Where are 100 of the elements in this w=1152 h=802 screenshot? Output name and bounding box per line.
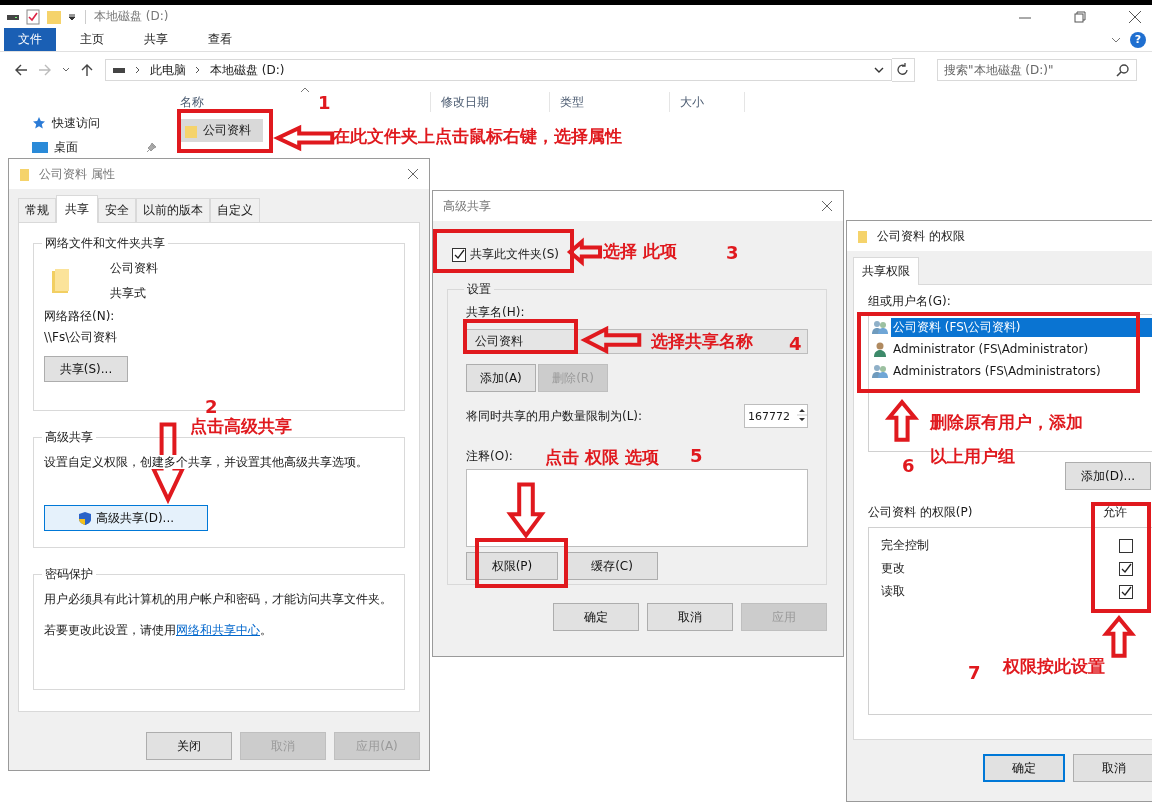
period-text: 。 — [260, 623, 272, 637]
network-path: \\Fs\公司资料 — [44, 329, 118, 346]
file-row[interactable]: 公司资料 — [179, 119, 263, 142]
annotation-text: 点击 权限 选项 — [545, 446, 659, 469]
breadcrumb-item[interactable]: 此电脑 — [150, 61, 186, 79]
tab[interactable]: 以前的版本 — [136, 198, 210, 222]
up-arrow-icon[interactable] — [79, 62, 95, 78]
annotation-text: 以上用户组 — [930, 445, 1015, 468]
permission-name: 更改 — [881, 560, 905, 577]
ribbon-tab[interactable]: 主页 — [64, 28, 120, 51]
checkbox[interactable] — [1119, 538, 1133, 553]
column-header[interactable]: 类型 — [550, 92, 670, 112]
tab[interactable]: 常规 — [18, 198, 56, 222]
annotation-text: 点击高级共享 — [190, 415, 292, 438]
nav-item[interactable]: 快速访问 — [52, 114, 100, 132]
ribbon-tab[interactable]: 文件 — [4, 28, 56, 51]
user-limit-spinner[interactable]: 167772 — [744, 404, 808, 428]
description-text: 用户必须具有此计算机的用户帐户和密码，才能访问共享文件夹。 — [44, 591, 392, 608]
column-header[interactable]: 修改日期 — [431, 92, 550, 112]
checkbox[interactable] — [452, 247, 466, 262]
annotation-text: 在此文件夹上点击鼠标右键，选择属性 — [333, 125, 622, 148]
column-header: 允许 — [1103, 504, 1127, 521]
checkbox-label[interactable]: 共享此文件夹(S) — [470, 246, 559, 263]
dialog-button[interactable]: 确定 — [553, 603, 639, 631]
column-header[interactable]: 大小 — [670, 92, 745, 112]
user-list-item[interactable]: 公司资料 (FS\公司资料) — [891, 317, 1152, 337]
dialog-button[interactable]: 取消 — [647, 603, 733, 631]
dialog-button[interactable]: 关闭 — [146, 732, 232, 760]
sort-caret-icon — [300, 87, 310, 93]
list-button[interactable]: 添加(A) — [466, 364, 536, 392]
callout-arrow — [276, 127, 334, 149]
callout-arrow — [583, 328, 641, 352]
dialog-title: 公司资料 属性 — [39, 165, 115, 183]
option-button[interactable]: 缓存(C) — [566, 552, 658, 580]
group-title: 设置 — [466, 281, 492, 298]
tab[interactable]: 安全 — [98, 198, 136, 222]
instruction-text: 若要更改此设置，请使用 — [44, 623, 176, 637]
comment-field[interactable] — [466, 469, 808, 547]
close-icon[interactable] — [1128, 9, 1142, 24]
file-name: 公司资料 — [203, 122, 251, 139]
option-button[interactable]: 权限(P) — [466, 552, 558, 580]
nav-item[interactable]: 桌面 — [54, 138, 78, 156]
step-number: 6 — [902, 455, 915, 476]
permission-name: 完全控制 — [881, 537, 929, 554]
dialog-button[interactable]: 确定 — [983, 754, 1066, 782]
checkbox[interactable] — [1119, 584, 1133, 599]
folder-name: 公司资料 — [110, 260, 158, 277]
caret-icon[interactable] — [67, 11, 77, 22]
step-number: 5 — [690, 445, 703, 466]
share-state: 共享式 — [110, 285, 147, 302]
chevron-right-icon — [194, 65, 202, 75]
group-title: 高级共享 — [44, 429, 94, 446]
annotation-text: 选择共享名称 — [651, 330, 753, 353]
user-icon — [871, 341, 889, 357]
user-list-item[interactable]: Administrator (FS\Administrator) — [891, 341, 1152, 357]
search-field[interactable]: 搜索"本地磁盘 (D:)" — [937, 59, 1137, 81]
breadcrumb-item[interactable]: 本地磁盘 (D:) — [210, 61, 285, 79]
shield-icon — [77, 510, 92, 526]
annotation-text: 删除原有用户，添加 — [930, 411, 1083, 434]
checkbox[interactable] — [1119, 561, 1133, 576]
folder-icon — [19, 167, 31, 181]
annotation-text: 权限按此设置 — [1003, 655, 1105, 678]
back-arrow-icon[interactable] — [13, 62, 29, 78]
callout-arrow — [888, 401, 916, 441]
permission-name: 读取 — [881, 583, 905, 600]
folder-icon — [857, 229, 869, 243]
group-title: 网络文件和文件夹共享 — [44, 235, 166, 252]
close-icon[interactable] — [821, 200, 833, 212]
pin-icon[interactable] — [146, 141, 158, 153]
ribbon-tab[interactable]: 共享 — [128, 28, 184, 51]
add-button[interactable]: 添加(D)... — [1065, 462, 1151, 490]
tab[interactable]: 自定义 — [210, 198, 260, 222]
step-number: 7 — [968, 662, 981, 683]
group-title: 密码保护 — [44, 566, 94, 583]
dialog-title: 高级共享 — [443, 197, 491, 215]
search-icon[interactable] — [1116, 63, 1130, 77]
refresh-icon[interactable] — [892, 58, 915, 82]
restore-icon[interactable] — [1073, 9, 1087, 24]
field-label: 注释(O): — [466, 448, 513, 465]
advanced-sharing-button[interactable]: 高级共享(D)... — [44, 505, 208, 531]
address-bar[interactable]: 此电脑 本地磁盘 (D:) — [105, 59, 892, 81]
folder-icon — [185, 123, 197, 138]
tab[interactable]: 共享 — [56, 195, 98, 223]
close-icon[interactable] — [407, 168, 419, 180]
dialog-button[interactable]: 取消 — [1073, 754, 1152, 782]
field-label: 组或用户名(G): — [868, 293, 951, 310]
ribbon-tab[interactable]: 查看 — [192, 28, 248, 51]
dialog-title: 公司资料 的权限 — [877, 227, 965, 245]
tab[interactable]: 共享权限 — [853, 257, 919, 285]
share-button[interactable]: 共享(S)... — [44, 356, 128, 382]
field-label: 公司资料 的权限(P) — [868, 504, 973, 521]
field-label: 将同时共享的用户数量限制为(L): — [466, 407, 643, 425]
checklist-icon[interactable] — [25, 8, 41, 25]
help-icon[interactable]: ? — [1130, 31, 1146, 48]
user-list-item[interactable]: Administrators (FS\Administrators) — [891, 363, 1152, 379]
annotation-text: 选择 此项 — [603, 240, 677, 263]
field-label: 共享名(H): — [466, 304, 525, 321]
network-center-link[interactable]: 网络和共享中心 — [176, 623, 260, 637]
callout-arrow — [1105, 617, 1133, 657]
callout-arrow — [509, 483, 543, 537]
